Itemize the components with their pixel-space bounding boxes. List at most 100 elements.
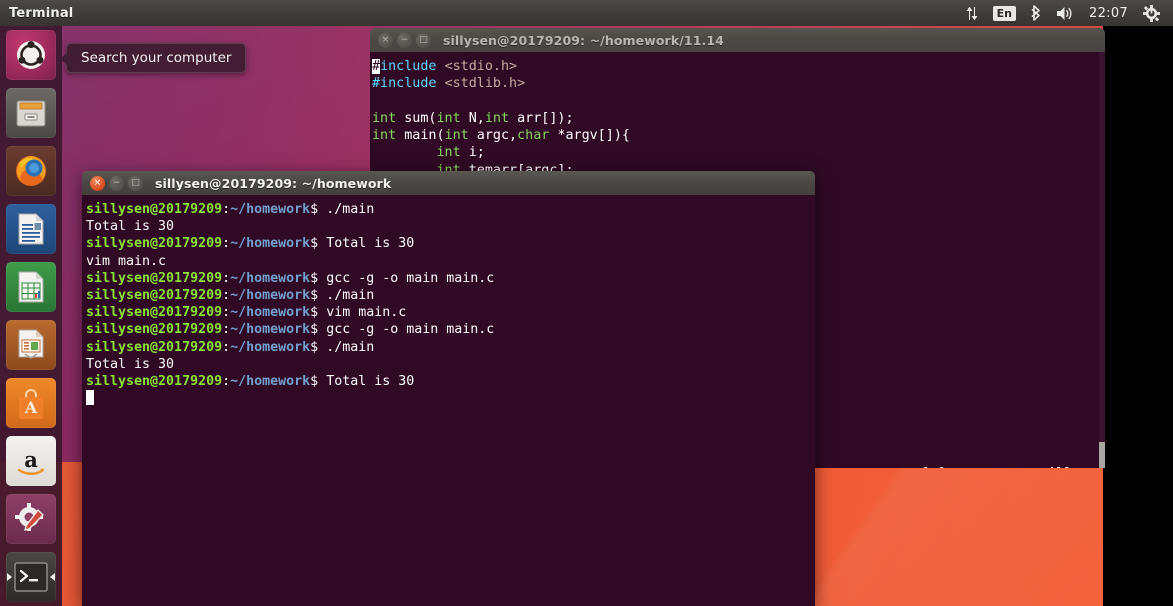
terminal-focused-indicator <box>50 573 55 581</box>
prompt-user-host: sillysen@20179209 <box>86 322 223 338</box>
terminal-window-title: sillysen@20179209: ~/homework <box>155 175 392 191</box>
prompt-sigil: $ <box>310 236 319 252</box>
vim-minimize-button[interactable]: − <box>397 32 412 48</box>
vim-code-line: int i; <box>372 144 1105 161</box>
active-terminal-window[interactable]: × − □ sillysen@20179209: ~/homework sill… <box>82 171 815 606</box>
prompt-sigil: $ <box>310 288 319 304</box>
desktop-screen: × − □ sillysen@20179209: ~/homework/11.1… <box>0 0 1173 606</box>
terminal-command: ./main <box>318 202 375 217</box>
spreadsheet-icon <box>18 271 44 303</box>
launcher-item-calc[interactable] <box>6 262 56 312</box>
vim-code-token: int <box>372 110 397 126</box>
system-tray[interactable]: En 22:07 <box>958 0 1173 26</box>
prompt-user-host: sillysen@20179209 <box>86 374 223 390</box>
bluetooth-indicator[interactable] <box>1023 0 1049 26</box>
vim-close-button[interactable]: × <box>378 32 393 48</box>
launcher-item-firefox[interactable] <box>6 146 56 196</box>
launcher-item-impress[interactable] <box>6 320 56 370</box>
prompt-user-host: sillysen@20179209 <box>86 270 223 286</box>
prompt-user-host: sillysen@20179209 <box>86 236 223 252</box>
vim-scrollbar-thumb[interactable] <box>1099 442 1105 468</box>
network-updown-icon <box>966 6 978 20</box>
terminal-output-text: Total is 30 <box>86 219 175 235</box>
maximize-icon: □ <box>131 177 140 188</box>
prompt-sigil: $ <box>310 374 319 390</box>
vim-code-token: int <box>444 128 469 144</box>
terminal-command: Total is 30 <box>318 236 415 252</box>
terminal-prompt-line: sillysen@20179209:~/homework$ ./main <box>86 287 815 304</box>
launcher-item-terminal[interactable] <box>6 552 56 602</box>
terminal-prompt-line: sillysen@20179209:~/homework$ gcc -g -o … <box>86 321 815 338</box>
session-gear-icon <box>1143 4 1160 22</box>
dash-tooltip-label: Search your computer <box>81 50 232 66</box>
keyboard-layout-label: En <box>992 5 1017 21</box>
prompt-user-host: sillysen@20179209 <box>86 288 223 304</box>
minimize-icon: − <box>112 177 121 188</box>
prompt-path: ~/homework <box>230 202 311 217</box>
prompt-separator: : <box>222 236 231 252</box>
vim-scrollbar[interactable] <box>1099 52 1105 468</box>
session-menu[interactable] <box>1136 0 1167 26</box>
vim-code-token: argc, <box>468 128 518 144</box>
launcher-item-software-center[interactable]: A <box>6 378 56 428</box>
terminal-output-text: vim main.c <box>86 253 167 269</box>
keyboard-layout-indicator[interactable]: En <box>986 0 1023 26</box>
vim-window-titlebar[interactable]: × − □ sillysen@20179209: ~/homework/11.1… <box>370 28 1105 52</box>
unity-top-panel[interactable]: Terminal En 22:07 <box>0 0 1173 26</box>
prompt-separator: : <box>222 288 231 304</box>
unity-launcher[interactable]: A a <box>0 26 62 606</box>
prompt-user-host: sillysen@20179209 <box>86 305 223 321</box>
prompt-separator: : <box>222 374 231 390</box>
prompt-sigil: $ <box>310 305 319 321</box>
svg-text:A: A <box>24 398 38 417</box>
clock-indicator[interactable]: 22:07 <box>1081 6 1136 21</box>
terminal-maximize-button[interactable]: □ <box>128 175 143 191</box>
vim-code-token: #include <box>372 76 445 92</box>
prompt-path: ~/homework <box>230 374 311 390</box>
launcher-item-writer[interactable] <box>6 204 56 254</box>
terminal-window-titlebar[interactable]: × − □ sillysen@20179209: ~/homework <box>82 171 815 195</box>
prompt-separator: : <box>222 202 231 217</box>
prompt-separator: : <box>222 339 231 355</box>
terminal-command: gcc -g -o main main.c <box>318 322 495 338</box>
terminal-close-button[interactable]: × <box>90 175 105 191</box>
document-icon <box>18 213 44 245</box>
vim-code-token: *argv[]){ <box>549 128 630 144</box>
launcher-item-system-settings[interactable] <box>6 494 56 544</box>
amazon-a-icon: a <box>17 447 45 475</box>
prompt-path: ~/homework <box>230 339 311 355</box>
prompt-separator: : <box>222 305 231 321</box>
vim-maximize-button[interactable]: □ <box>416 32 431 48</box>
terminal-command: gcc -g -o main main.c <box>318 270 495 286</box>
launcher-item-amazon[interactable]: a <box>6 436 56 486</box>
volume-indicator[interactable] <box>1049 0 1081 26</box>
prompt-path: ~/homework <box>230 305 311 321</box>
dash-tooltip: Search your computer <box>59 43 247 73</box>
prompt-sigil: $ <box>310 322 319 338</box>
network-indicator[interactable] <box>958 0 986 26</box>
prompt-user-host: sillysen@20179209 <box>86 202 223 217</box>
close-icon: × <box>93 177 102 188</box>
software-bag-icon: A <box>19 389 43 419</box>
vim-code-token: char <box>517 128 550 144</box>
prompt-sigil: $ <box>310 202 319 217</box>
terminal-prompt-line: sillysen@20179209:~/homework$ Total is 3… <box>86 235 815 252</box>
terminal-command: ./main <box>318 339 375 355</box>
terminal-output-line: Total is 30 <box>86 218 815 235</box>
file-cabinet-icon <box>16 100 46 127</box>
terminal-output-text: Total is 30 <box>86 356 175 372</box>
panel-app-title: Terminal <box>9 5 74 21</box>
vim-code-token: i; <box>460 145 485 161</box>
launcher-item-dash-home[interactable] <box>6 30 56 80</box>
terminal-text-area[interactable]: sillysen@20179209:~/homework$ ./main Tota… <box>82 195 815 606</box>
terminal-prompt-line: sillysen@20179209:~/homework$ gcc -g -o … <box>86 270 815 287</box>
bluetooth-icon <box>1031 5 1040 21</box>
maximize-icon: □ <box>419 34 428 45</box>
prompt-path: ~/homework <box>230 288 311 304</box>
terminal-prompt-line: sillysen@20179209:~/homework$ ./main <box>86 339 815 356</box>
prompt-separator: : <box>222 270 231 286</box>
vim-code-token: <stdio.h> <box>444 59 518 74</box>
launcher-item-files[interactable] <box>6 88 56 138</box>
vim-code-token: sum( <box>396 110 437 126</box>
terminal-minimize-button[interactable]: − <box>109 175 124 191</box>
